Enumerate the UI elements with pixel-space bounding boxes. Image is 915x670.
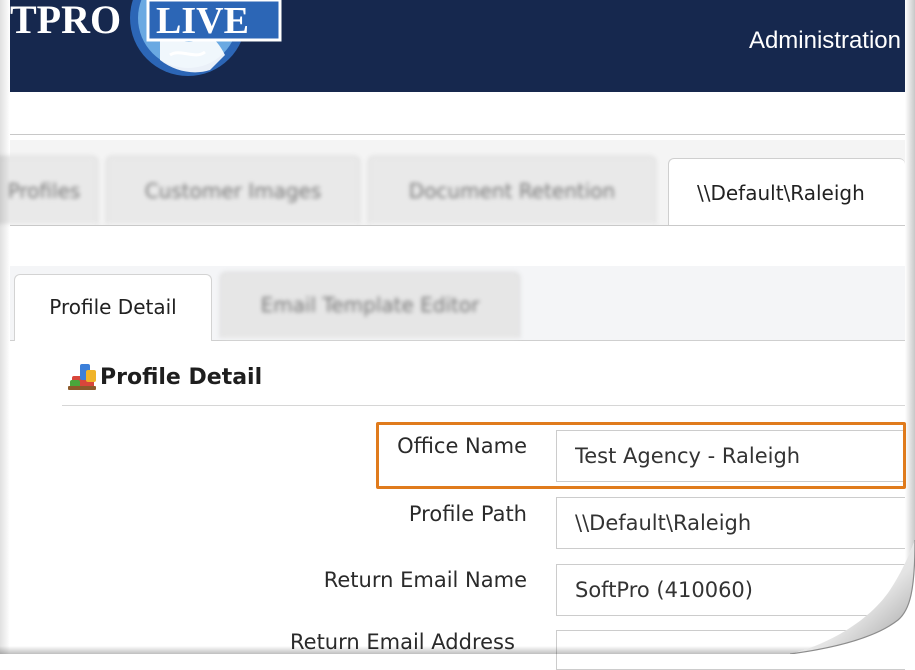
section-divider (62, 405, 905, 406)
top-header-bar: TPRO LIVE Administration (10, 0, 905, 92)
tab-document-retention[interactable]: Document Retention (368, 156, 656, 224)
profile-path-label: Profile Path (408, 502, 527, 526)
profile-stack-icon (68, 364, 96, 390)
softpro-live-logo[interactable]: TPRO LIVE (10, 0, 300, 92)
sub-header-strip (10, 92, 905, 135)
subtab-profile-detail[interactable]: Profile Detail (14, 274, 212, 341)
logo-text-pro: TPRO (10, 0, 121, 42)
tab-default-raleigh[interactable]: \\Default\Raleigh (668, 158, 905, 226)
spacer (10, 226, 905, 266)
subtab-email-template-editor[interactable]: Email Template Editor (220, 272, 520, 338)
return-email-name-label: Return Email Name (323, 568, 527, 592)
office-name-label: Office Name (397, 434, 527, 458)
tab-profiles[interactable]: Profiles (0, 156, 98, 224)
section-header: Profile Detail (66, 362, 262, 392)
office-name-input[interactable] (556, 430, 905, 482)
page-curl-decoration (790, 540, 915, 654)
logo-text-live: LIVE (156, 0, 249, 42)
section-title: Profile Detail (100, 364, 263, 390)
tab-customer-images[interactable]: Customer Images (106, 156, 360, 224)
administration-link[interactable]: Administration (749, 27, 901, 55)
left-edge-shadow (0, 0, 10, 654)
bottom-edge-shadow (0, 646, 915, 654)
